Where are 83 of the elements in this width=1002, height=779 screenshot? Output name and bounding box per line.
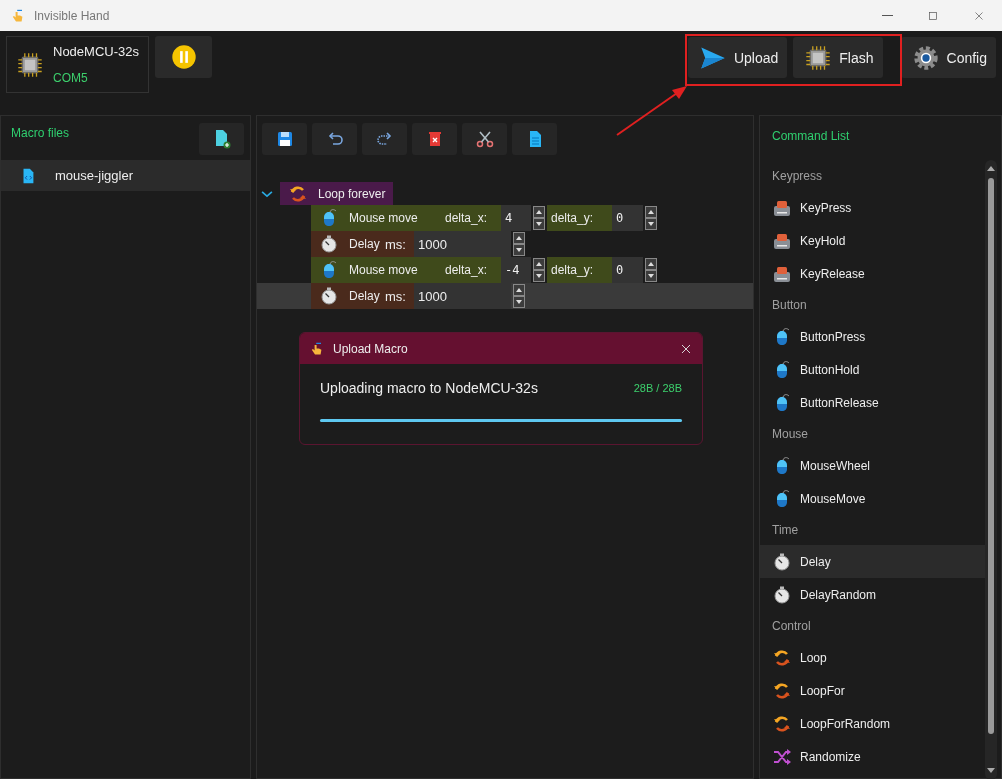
command-item[interactable]: Delay bbox=[760, 545, 986, 578]
dialog-title: Upload Macro bbox=[333, 341, 408, 356]
command-item[interactable]: LoopForRandom bbox=[760, 707, 986, 740]
window-title: Invisible Hand bbox=[34, 8, 110, 23]
number-field[interactable]: 1000 bbox=[414, 231, 511, 257]
stopwatch-icon bbox=[319, 286, 339, 306]
loop-node[interactable]: Loop forever bbox=[280, 182, 394, 205]
pause-button[interactable] bbox=[155, 36, 212, 78]
chip-icon bbox=[17, 51, 43, 78]
command-item[interactable]: KeyPress bbox=[760, 191, 986, 224]
command-item[interactable]: LoopFor bbox=[760, 674, 986, 707]
scrollbar[interactable] bbox=[985, 160, 997, 779]
stopwatch-icon bbox=[772, 551, 792, 572]
device-port: COM5 bbox=[53, 71, 89, 85]
command-row[interactable]: Delay ms: 1000 bbox=[257, 283, 753, 309]
command-row[interactable]: Mouse move delta_x: -4 delta_y: 0 bbox=[257, 257, 753, 283]
field-label: delta_x: bbox=[441, 257, 501, 283]
scissors-icon bbox=[474, 129, 495, 149]
category-label: Keypress bbox=[771, 168, 824, 185]
panel-title: Macro files bbox=[11, 126, 69, 140]
save-button[interactable] bbox=[262, 123, 307, 155]
category-label: Time bbox=[771, 522, 800, 539]
category-label: Control bbox=[771, 618, 812, 635]
stopwatch-icon bbox=[319, 234, 339, 254]
progress-message: Uploading macro to NodeMCU-32s bbox=[320, 380, 538, 396]
device-card[interactable]: NodeMCU-32s COM5 bbox=[6, 36, 149, 93]
field-label: delta_x: bbox=[441, 205, 501, 231]
field-label: ms: bbox=[381, 283, 414, 309]
command-item[interactable]: ButtonPress bbox=[760, 320, 986, 353]
spin-buttons[interactable] bbox=[513, 232, 525, 256]
upload-button[interactable]: Upload bbox=[687, 37, 788, 78]
loop-icon bbox=[772, 647, 792, 668]
redo-button[interactable] bbox=[362, 123, 407, 155]
command-item[interactable]: KeyRelease bbox=[760, 257, 986, 290]
command-label: Mouse move bbox=[349, 211, 418, 225]
command-item[interactable]: ButtonHold bbox=[760, 353, 986, 386]
command-item[interactable]: ButtonRelease bbox=[760, 386, 986, 419]
command-label: Delay bbox=[349, 289, 380, 303]
shuffle-icon bbox=[772, 746, 792, 767]
command-row[interactable]: Mouse move delta_x: 4 delta_y: 0 bbox=[257, 205, 753, 231]
number-field[interactable]: 1000 bbox=[414, 283, 511, 309]
spin-buttons[interactable] bbox=[513, 284, 525, 308]
device-name: NodeMCU-32s bbox=[53, 44, 139, 59]
command-item[interactable]: DelayRandom bbox=[760, 578, 986, 611]
stopwatch-icon bbox=[772, 584, 792, 605]
command-item[interactable]: MouseMove bbox=[760, 482, 986, 515]
category-label: Mouse bbox=[771, 426, 810, 443]
number-field[interactable]: -4 bbox=[501, 257, 531, 283]
spin-buttons[interactable] bbox=[645, 258, 657, 282]
minimize-icon bbox=[881, 15, 893, 16]
spin-buttons[interactable] bbox=[645, 206, 657, 230]
panel-title: Command List bbox=[771, 128, 851, 143]
command-item[interactable]: MouseWheel bbox=[760, 449, 986, 482]
undo-button[interactable] bbox=[312, 123, 357, 155]
new-file-button[interactable] bbox=[199, 123, 244, 155]
number-field[interactable]: 0 bbox=[612, 257, 643, 283]
loop-icon bbox=[288, 183, 308, 204]
field-label: delta_y: bbox=[547, 205, 612, 231]
macro-file-item[interactable]: mouse-jiggler bbox=[1, 160, 250, 191]
chip-icon bbox=[805, 44, 832, 71]
spin-buttons[interactable] bbox=[533, 206, 545, 230]
loop-icon bbox=[772, 680, 792, 701]
number-field[interactable]: 4 bbox=[501, 205, 531, 231]
config-button[interactable]: Config bbox=[900, 37, 996, 78]
cut-button[interactable] bbox=[462, 123, 507, 155]
command-row[interactable]: Delay ms: 1000 bbox=[257, 231, 753, 257]
number-field[interactable]: 0 bbox=[612, 205, 643, 231]
settings-icon bbox=[912, 44, 939, 71]
spin-buttons[interactable] bbox=[533, 258, 545, 282]
command-label: Mouse move bbox=[349, 263, 418, 277]
command-label: Delay bbox=[349, 237, 380, 251]
flash-button[interactable]: Flash bbox=[793, 37, 883, 78]
loop-icon bbox=[772, 713, 792, 734]
pause-icon bbox=[170, 44, 197, 70]
field-label: ms: bbox=[381, 231, 414, 257]
document-button[interactable] bbox=[512, 123, 557, 155]
command-item[interactable]: KeyHold bbox=[760, 224, 986, 257]
field-label: delta_y: bbox=[547, 257, 612, 283]
category-label: Button bbox=[771, 297, 808, 314]
delete-button[interactable] bbox=[412, 123, 457, 155]
byte-count: 28B / 28B bbox=[633, 382, 682, 394]
command-item[interactable]: Randomize bbox=[760, 740, 986, 773]
command-item[interactable]: Loop bbox=[760, 641, 986, 674]
